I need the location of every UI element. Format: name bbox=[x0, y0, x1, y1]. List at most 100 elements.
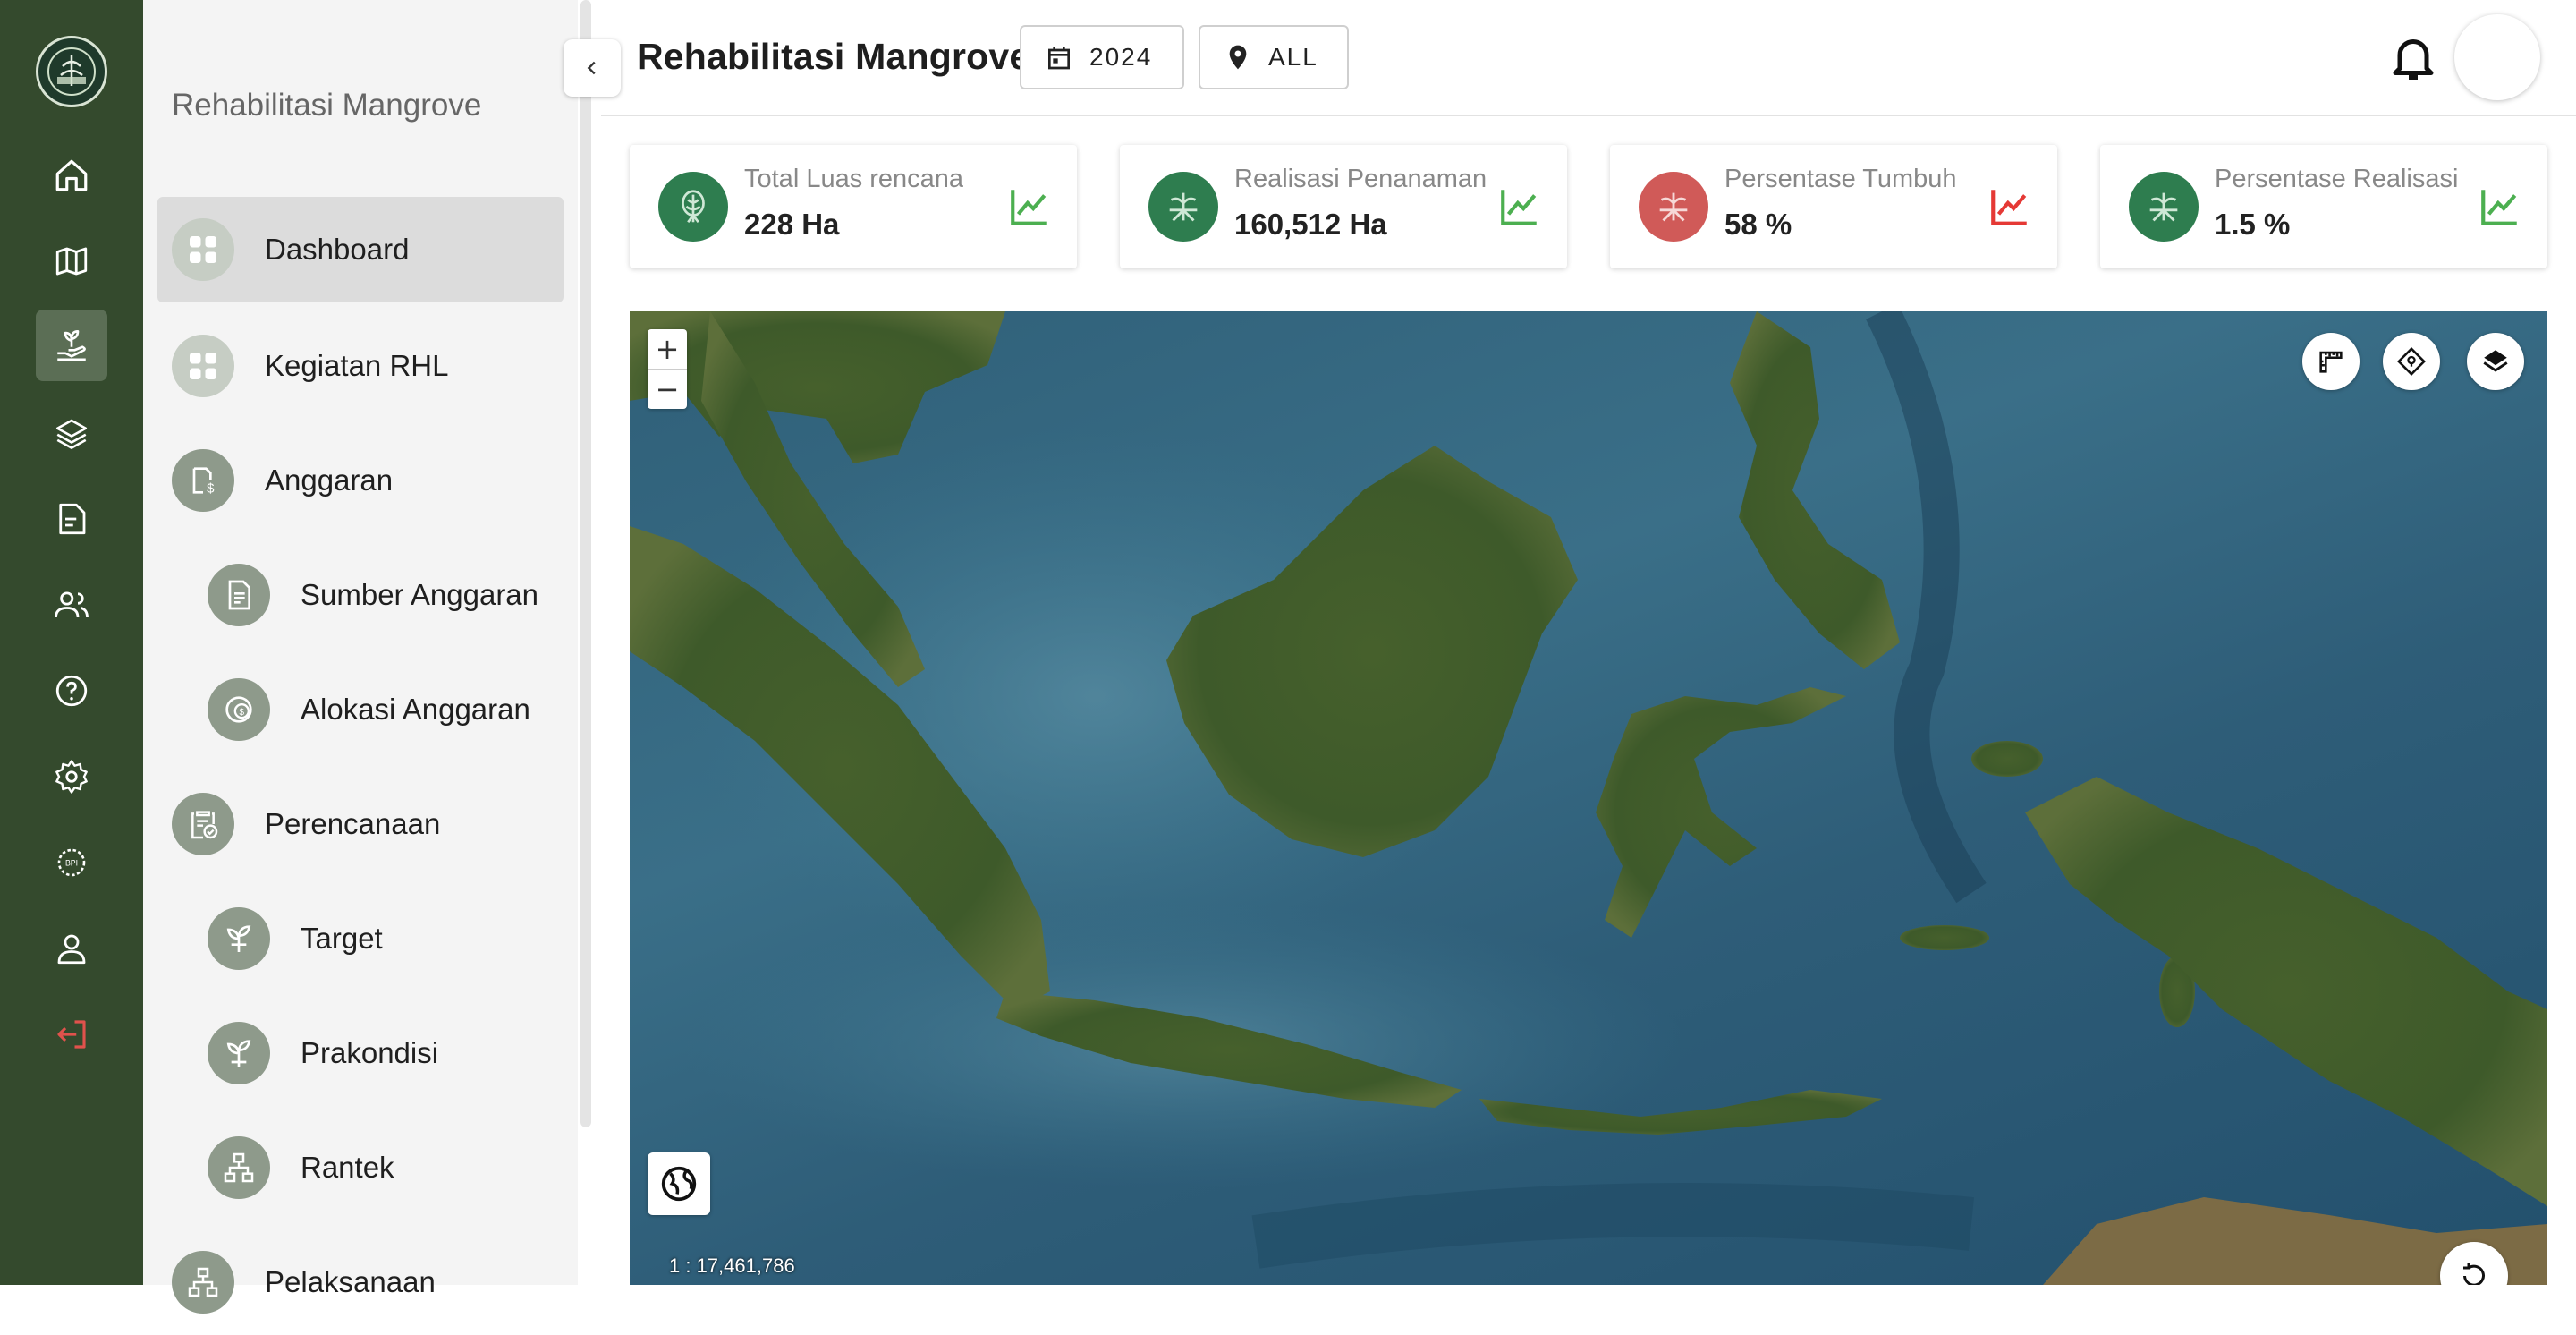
measure-button[interactable] bbox=[2302, 333, 2360, 390]
menu-item-sumber-anggaran[interactable]: Sumber Anggaran bbox=[208, 542, 538, 648]
layer-switcher-button[interactable] bbox=[2467, 333, 2524, 390]
menu-item-anggaran[interactable]: $ Anggaran bbox=[172, 428, 393, 533]
scrollbar-thumb[interactable] bbox=[580, 0, 591, 1127]
menu-label: Sumber Anggaran bbox=[301, 578, 539, 611]
avatar[interactable] bbox=[2454, 14, 2540, 100]
menu-label: Dashboard bbox=[265, 233, 410, 266]
mangrove-roots-icon bbox=[1148, 172, 1218, 242]
menu-label: Perencanaan bbox=[265, 807, 441, 840]
rail-map[interactable] bbox=[36, 225, 107, 297]
menu-item-target[interactable]: Target bbox=[208, 886, 383, 991]
grid-icon bbox=[172, 335, 234, 397]
menu-item-pelaksanaan[interactable]: Pelaksanaan bbox=[172, 1229, 436, 1335]
zoom-in-button[interactable]: + bbox=[648, 329, 687, 369]
calendar-icon bbox=[1048, 47, 1070, 70]
trend-chart-icon[interactable] bbox=[1007, 184, 1052, 229]
year-filter-button[interactable]: 2024 bbox=[1020, 25, 1184, 89]
card-label: Persentase Tumbuh bbox=[1724, 165, 1957, 193]
region-filter-button[interactable]: ALL bbox=[1199, 25, 1349, 89]
basemap-button[interactable] bbox=[648, 1152, 710, 1215]
rail-bpi[interactable]: BPI bbox=[36, 827, 107, 898]
top-header: Rehabilitasi Mangrove 2024 ALL bbox=[601, 0, 2576, 116]
coin-icon: $ bbox=[208, 678, 270, 741]
tree-logo-icon bbox=[47, 47, 96, 96]
bell-icon[interactable] bbox=[2386, 30, 2440, 84]
svg-text:BPI: BPI bbox=[65, 859, 78, 868]
svg-text:$: $ bbox=[240, 708, 245, 718]
card-label: Total Luas rencana bbox=[744, 165, 964, 193]
sidebar-scrollbar[interactable] bbox=[578, 0, 596, 1285]
menu-item-rantek[interactable]: Rantek bbox=[208, 1115, 394, 1220]
year-value: 2024 bbox=[1089, 43, 1153, 71]
rail-home[interactable] bbox=[36, 140, 107, 211]
menu-item-alokasi-anggaran[interactable]: $ Alokasi Anggaran bbox=[208, 657, 530, 762]
rail-settings[interactable] bbox=[36, 741, 107, 812]
stat-card-persentase-realisasi: Persentase Realisasi 1.5 % bbox=[2100, 145, 2547, 268]
module-sidebar: Rehabilitasi Mangrove Dashboard Kegiatan… bbox=[143, 0, 596, 1314]
mangrove-icon bbox=[658, 172, 728, 242]
menu-label: Alokasi Anggaran bbox=[301, 693, 530, 726]
globe-icon bbox=[661, 1166, 697, 1202]
trend-chart-icon[interactable] bbox=[1497, 184, 1542, 229]
map-terrain bbox=[630, 311, 2547, 1285]
card-value: 1.5 % bbox=[2215, 208, 2291, 241]
trend-chart-icon[interactable] bbox=[1987, 184, 2032, 229]
locate-button[interactable] bbox=[2383, 333, 2440, 390]
map-scale: 1 : 17,461,786 bbox=[669, 1254, 795, 1277]
layers-icon bbox=[55, 419, 88, 449]
collapse-sidebar-button[interactable] bbox=[564, 39, 621, 97]
rail-profile[interactable] bbox=[36, 913, 107, 984]
satellite-map[interactable]: + − 1 : 17,461,786 bbox=[630, 311, 2547, 1285]
settings-icon bbox=[55, 760, 88, 794]
report-icon bbox=[59, 503, 86, 535]
users-icon bbox=[55, 591, 89, 618]
map-icon bbox=[55, 247, 88, 276]
card-label: Persentase Realisasi bbox=[2215, 165, 2459, 193]
refresh-icon bbox=[2463, 1263, 2485, 1285]
menu-item-perencanaan[interactable]: Perencanaan bbox=[172, 771, 440, 877]
zoom-out-button[interactable]: − bbox=[648, 369, 687, 409]
home-icon bbox=[55, 159, 88, 191]
zoom-control: + − bbox=[648, 329, 687, 409]
rail-logout[interactable] bbox=[36, 999, 107, 1070]
clipboard-check-icon bbox=[172, 793, 234, 855]
menu-label: Rantek bbox=[301, 1151, 394, 1184]
card-label: Realisasi Penanaman bbox=[1234, 165, 1487, 193]
grid-icon bbox=[172, 218, 234, 281]
rail-users[interactable] bbox=[36, 569, 107, 641]
stat-card-total-luas: Total Luas rencana 228 Ha bbox=[630, 145, 1077, 268]
locate-icon bbox=[2397, 347, 2426, 376]
plant-hand-icon bbox=[57, 329, 86, 361]
menu-item-dashboard[interactable]: Dashboard bbox=[157, 197, 564, 302]
page-title: Rehabilitasi Mangrove bbox=[637, 36, 1030, 77]
menu-label: Prakondisi bbox=[301, 1036, 439, 1069]
menu-label: Anggaran bbox=[265, 463, 394, 497]
svg-text:$: $ bbox=[207, 480, 215, 496]
logout-icon bbox=[57, 1020, 86, 1049]
help-icon bbox=[55, 675, 88, 707]
document-icon bbox=[208, 564, 270, 626]
rail-mangrove[interactable] bbox=[36, 310, 107, 381]
menu-item-kegiatan-rhl[interactable]: Kegiatan RHL bbox=[172, 313, 448, 419]
app-logo[interactable] bbox=[36, 36, 107, 107]
menu-item-prakondisi[interactable]: Prakondisi bbox=[208, 1000, 438, 1106]
stat-card-persentase-tumbuh: Persentase Tumbuh 58 % bbox=[1610, 145, 2057, 268]
rail-report[interactable] bbox=[36, 483, 107, 555]
sidebar-title: Rehabilitasi Mangrove bbox=[172, 88, 482, 123]
bpi-badge-icon: BPI bbox=[57, 848, 86, 877]
icon-rail: BPI bbox=[0, 0, 143, 1285]
menu-label: Target bbox=[301, 922, 383, 955]
trend-chart-icon[interactable] bbox=[2478, 184, 2522, 229]
chevron-left-icon bbox=[587, 61, 596, 75]
measure-ruler-icon bbox=[2319, 351, 2343, 373]
hierarchy-icon bbox=[208, 1136, 270, 1199]
sprout-icon bbox=[208, 907, 270, 970]
region-value: ALL bbox=[1268, 43, 1318, 71]
mangrove-roots-icon bbox=[1639, 172, 1708, 242]
card-value: 160,512 Ha bbox=[1234, 208, 1387, 241]
rail-help[interactable] bbox=[36, 655, 107, 727]
menu-label: Pelaksanaan bbox=[265, 1265, 436, 1298]
card-value: 228 Ha bbox=[744, 208, 840, 241]
menu-label: Kegiatan RHL bbox=[265, 349, 449, 382]
rail-layers[interactable] bbox=[36, 397, 107, 469]
